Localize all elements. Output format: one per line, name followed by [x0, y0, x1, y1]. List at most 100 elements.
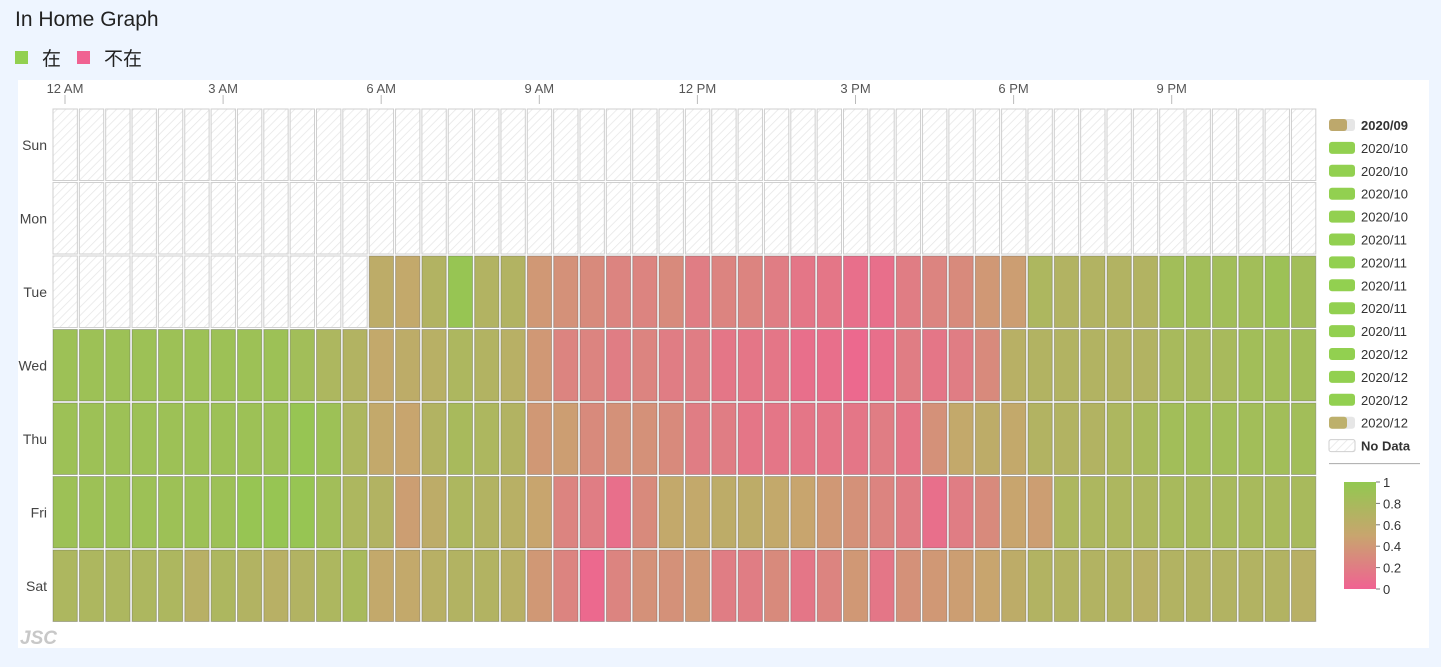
- heatmap-cell[interactable]: [843, 255, 869, 328]
- heatmap-cell[interactable]: [236, 402, 263, 475]
- heatmap-cell-nodata[interactable]: [500, 108, 526, 181]
- heatmap-cell-nodata[interactable]: [974, 182, 1001, 255]
- heatmap-cell[interactable]: [78, 549, 105, 622]
- heatmap-cell[interactable]: [843, 402, 869, 475]
- heatmap-cell[interactable]: [210, 402, 236, 475]
- heatmap-cell[interactable]: [605, 402, 632, 475]
- heatmap-cell[interactable]: [922, 476, 948, 549]
- heatmap-cell[interactable]: [1185, 549, 1211, 622]
- heatmap-cell[interactable]: [500, 549, 526, 622]
- heatmap-cell[interactable]: [1106, 255, 1132, 328]
- heatmap-cell-nodata[interactable]: [263, 182, 289, 255]
- legend-series-label[interactable]: 2020/11: [1361, 255, 1407, 270]
- heatmap-cell[interactable]: [1001, 329, 1027, 402]
- legend-swatch[interactable]: [1329, 348, 1355, 360]
- heatmap-cell[interactable]: [579, 549, 605, 622]
- heatmap-cell[interactable]: [1211, 549, 1238, 622]
- heatmap-cell[interactable]: [1264, 255, 1290, 328]
- heatmap-cell[interactable]: [474, 549, 500, 622]
- heatmap-cell-nodata[interactable]: [263, 108, 289, 181]
- heatmap-cell[interactable]: [52, 402, 78, 475]
- heatmap-cell-nodata[interactable]: [78, 108, 105, 181]
- heatmap-cell-nodata[interactable]: [157, 182, 184, 255]
- legend-swatch[interactable]: [1329, 302, 1355, 315]
- heatmap-cell[interactable]: [368, 402, 395, 475]
- heatmap-cell[interactable]: [1027, 329, 1053, 402]
- heatmap-cell[interactable]: [869, 402, 895, 475]
- legend-series-label[interactable]: 2020/10: [1361, 164, 1408, 179]
- heatmap-cell[interactable]: [1132, 549, 1159, 622]
- heatmap-cell[interactable]: [948, 329, 974, 402]
- heatmap-cell-nodata[interactable]: [526, 182, 553, 255]
- heatmap-cell-nodata[interactable]: [131, 182, 157, 255]
- heatmap-cell[interactable]: [474, 255, 500, 328]
- heatmap-cell-nodata[interactable]: [316, 108, 342, 181]
- heatmap-cell-nodata[interactable]: [763, 108, 790, 181]
- heatmap-cell[interactable]: [395, 549, 421, 622]
- heatmap-cell[interactable]: [105, 402, 131, 475]
- heatmap-cell[interactable]: [843, 549, 869, 622]
- heatmap-cell[interactable]: [974, 255, 1001, 328]
- heatmap-cell-nodata[interactable]: [1211, 182, 1238, 255]
- legend-swatch[interactable]: [1329, 187, 1355, 200]
- heatmap-cell-nodata[interactable]: [922, 182, 948, 255]
- heatmap-cell[interactable]: [342, 329, 368, 402]
- heatmap-cell[interactable]: [395, 329, 421, 402]
- heatmap-cell[interactable]: [289, 476, 315, 549]
- heatmap-cell-nodata[interactable]: [421, 182, 447, 255]
- heatmap-cell[interactable]: [1159, 402, 1185, 475]
- heatmap-cell-nodata[interactable]: [1132, 108, 1159, 181]
- heatmap-cell[interactable]: [105, 476, 131, 549]
- legend-swatch[interactable]: [1329, 119, 1347, 131]
- legend-series-label[interactable]: 2020/10: [1361, 141, 1408, 156]
- heatmap-cell[interactable]: [1238, 476, 1264, 549]
- heatmap-cell-nodata[interactable]: [78, 182, 105, 255]
- heatmap-cell-nodata[interactable]: [922, 108, 948, 181]
- heatmap-cell[interactable]: [948, 476, 974, 549]
- heatmap-cell[interactable]: [1211, 255, 1238, 328]
- heatmap-cell-nodata[interactable]: [368, 182, 395, 255]
- heatmap-cell[interactable]: [605, 255, 632, 328]
- heatmap-cell[interactable]: [289, 549, 315, 622]
- heatmap-cell-nodata[interactable]: [447, 182, 474, 255]
- heatmap-cell-nodata[interactable]: [632, 182, 658, 255]
- heatmap-cell[interactable]: [895, 549, 922, 622]
- heatmap-cell-nodata[interactable]: [790, 108, 816, 181]
- heatmap-cell[interactable]: [236, 476, 263, 549]
- heatmap-cell-nodata[interactable]: [632, 108, 658, 181]
- heatmap-cell-nodata[interactable]: [157, 255, 184, 328]
- heatmap-cell[interactable]: [553, 402, 579, 475]
- heatmap-cell[interactable]: [1211, 476, 1238, 549]
- heatmap-cell[interactable]: [184, 402, 210, 475]
- heatmap-cell[interactable]: [1132, 329, 1159, 402]
- heatmap-cell[interactable]: [816, 255, 843, 328]
- heatmap-cell[interactable]: [632, 402, 658, 475]
- legend-swatch[interactable]: [1329, 325, 1355, 338]
- legend-series-label[interactable]: 2020/12: [1361, 370, 1408, 385]
- heatmap-cell[interactable]: [553, 549, 579, 622]
- heatmap-cell[interactable]: [974, 476, 1001, 549]
- heatmap-cell-nodata[interactable]: [395, 108, 421, 181]
- heatmap-cell-nodata[interactable]: [737, 108, 763, 181]
- heatmap-cell[interactable]: [974, 329, 1001, 402]
- heatmap-cell-nodata[interactable]: [105, 255, 131, 328]
- heatmap-cell[interactable]: [763, 476, 790, 549]
- heatmap-cell[interactable]: [816, 549, 843, 622]
- heatmap-cell-nodata[interactable]: [78, 255, 105, 328]
- heatmap-cell[interactable]: [263, 549, 289, 622]
- heatmap-cell-nodata[interactable]: [474, 182, 500, 255]
- heatmap-cell[interactable]: [1001, 402, 1027, 475]
- legend-swatch[interactable]: [1329, 141, 1355, 154]
- heatmap-cell[interactable]: [553, 329, 579, 402]
- legend-nodata-label[interactable]: No Data: [1361, 439, 1411, 454]
- heatmap-cell[interactable]: [1053, 329, 1080, 402]
- heatmap-cell[interactable]: [579, 329, 605, 402]
- heatmap-cell-nodata[interactable]: [1001, 108, 1027, 181]
- heatmap-cell-nodata[interactable]: [184, 182, 210, 255]
- legend-swatch-home[interactable]: [15, 51, 28, 64]
- heatmap-cell-nodata[interactable]: [816, 182, 843, 255]
- heatmap-cell[interactable]: [1290, 255, 1317, 328]
- legend-series-label[interactable]: 2020/09: [1361, 118, 1408, 133]
- heatmap-cell-nodata[interactable]: [52, 182, 78, 255]
- heatmap-cell[interactable]: [1106, 329, 1132, 402]
